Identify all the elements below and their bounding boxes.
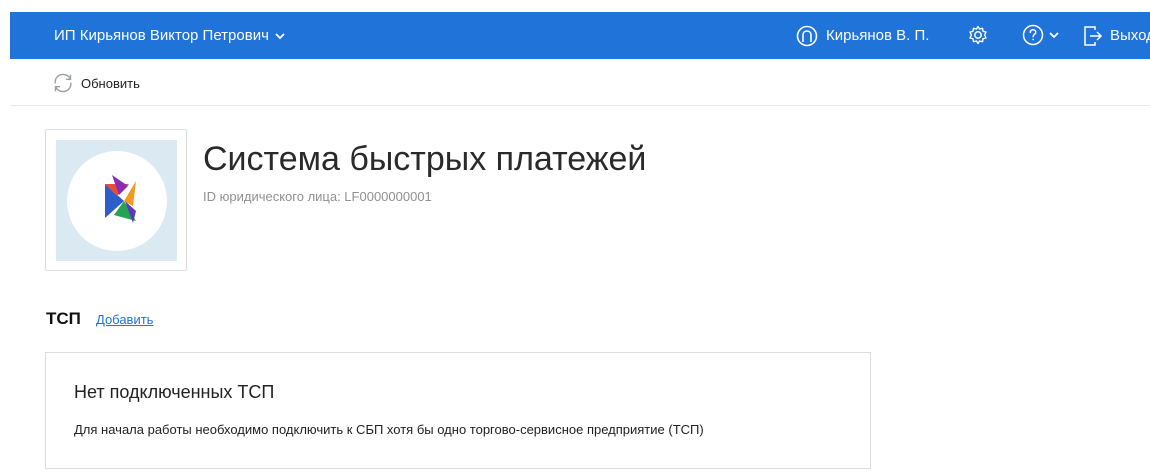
refresh-button[interactable]: Обновить <box>51 71 140 95</box>
user-name: Кирьянов В. П. <box>826 27 930 44</box>
add-tsp-link[interactable]: Добавить <box>96 312 153 327</box>
settings-button[interactable] <box>967 24 989 46</box>
top-navigation-bar: ИП Кирьянов Виктор Петрович Кирьянов В. … <box>10 12 1150 59</box>
help-icon <box>1022 24 1044 46</box>
empty-state-description: Для начала работы необходимо подключить … <box>74 422 704 437</box>
sbp-logo-card <box>45 129 187 271</box>
logout-icon <box>1083 25 1103 47</box>
sbp-logo-icon <box>105 175 136 223</box>
page-title: Система быстрых платежей <box>203 140 647 178</box>
empty-tsp-card: Нет подключенных ТСП Для начала работы н… <box>45 352 871 469</box>
organization-name: ИП Кирьянов Виктор Петрович <box>54 27 269 44</box>
tsp-section-title: ТСП <box>46 309 81 328</box>
logout-label: Выход <box>1110 27 1150 44</box>
sbp-logo <box>56 140 177 261</box>
user-circle-icon <box>796 25 818 47</box>
page: ИП Кирьянов Виктор Петрович Кирьянов В. … <box>0 0 1150 475</box>
organization-switcher[interactable]: ИП Кирьянов Виктор Петрович <box>54 12 286 59</box>
refresh-label: Обновить <box>81 75 140 91</box>
gear-icon <box>967 24 989 46</box>
chevron-down-icon <box>274 30 286 42</box>
chevron-down-icon <box>1048 29 1060 41</box>
help-menu[interactable] <box>1022 24 1060 46</box>
empty-state-title: Нет подключенных ТСП <box>74 382 275 402</box>
toolbar: Обновить <box>10 59 1150 106</box>
legal-entity-id: ID юридического лица: LF0000000001 <box>203 189 432 204</box>
sbp-logo-circle <box>67 151 167 251</box>
user-menu[interactable]: Кирьянов В. П. <box>796 12 929 59</box>
refresh-icon <box>51 71 75 95</box>
logout-button[interactable]: Выход <box>1083 12 1150 59</box>
